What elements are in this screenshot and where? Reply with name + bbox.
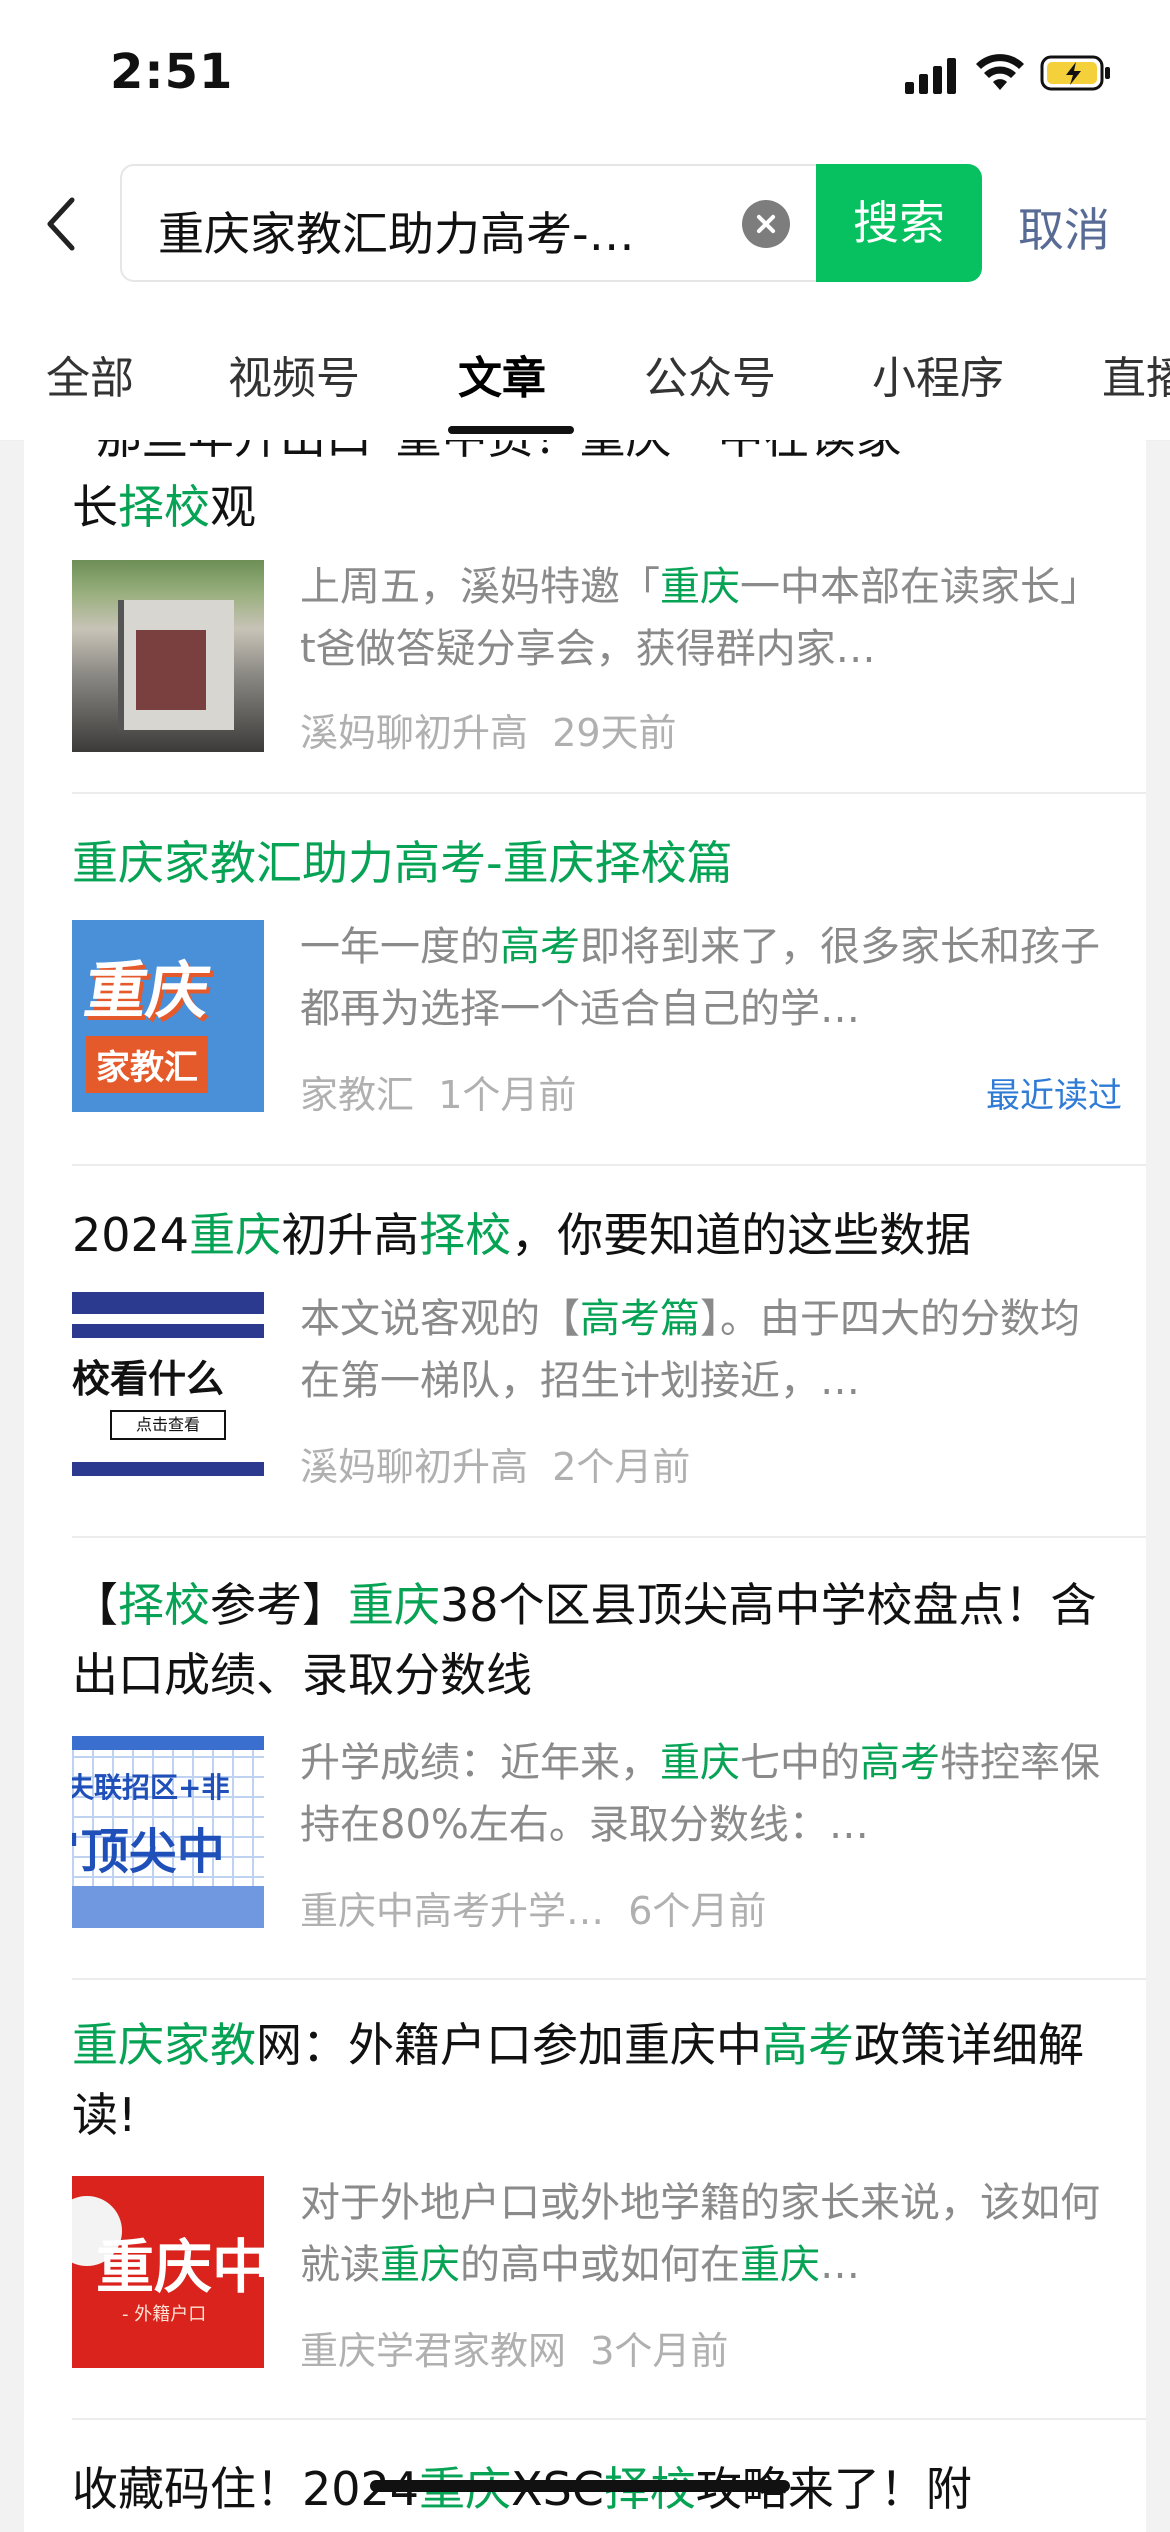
result-title: “那些年升出口”重中资！重庆一中在读家 长择校观 xyxy=(72,440,902,534)
wifi-icon xyxy=(976,54,1024,90)
back-arrow-icon[interactable] xyxy=(40,194,80,254)
publish-time: 29天前 xyxy=(552,711,677,755)
result-meta: 重庆学君家教网 3个月前 xyxy=(300,2320,728,2375)
tab-channels[interactable]: 视频号 xyxy=(228,342,360,406)
result-description: 一年一度的高考即将到来了，很多家长和孩子都再为选择一个适合自己的学… xyxy=(300,924,1100,1032)
result-description: 上周五，溪妈特邀「重庆一中本部在读家长」t爸做答疑分享会，获得群内家… xyxy=(300,564,1100,672)
search-button[interactable]: 搜索 xyxy=(816,164,982,282)
result-meta: 重庆中高考升学… 6个月前 xyxy=(300,1880,766,1935)
list-item[interactable]: “那些年升出口”重中资！重庆一中在读家 长择校观 上周五，溪妈特邀「重庆一中本部… xyxy=(72,440,1122,776)
divider xyxy=(72,1978,1146,1980)
list-item[interactable]: 重庆家教网：外籍户口参加重庆中高考政策详细解读! 重庆中 - 外籍户口 对于外地… xyxy=(72,2010,1122,2414)
article-thumbnail xyxy=(72,560,264,752)
article-thumbnail: 重庆中 - 外籍户口 xyxy=(72,2176,264,2368)
home-indicator[interactable] xyxy=(370,2480,790,2492)
divider xyxy=(72,1536,1146,1538)
publish-time: 3个月前 xyxy=(590,2329,729,2373)
article-thumbnail: 夫联招区+非 '顶尖中 xyxy=(72,1736,264,1928)
list-item[interactable]: 重庆家教汇助力高考-重庆择校篇 重庆 家教汇 一年一度的高考即将到来了，很多家长… xyxy=(72,828,1122,1160)
search-query-text: 重庆家教汇助力高考-… xyxy=(158,207,635,261)
status-bar: 2:51 xyxy=(0,0,1170,150)
article-thumbnail: 校看什么 点击查看 xyxy=(72,1292,264,1484)
result-description: 升学成绩：近年来，重庆七中的高考特控率保持在80%左右。录取分数线：… xyxy=(300,1740,1100,1848)
source-name: 重庆中高考升学… xyxy=(300,1889,605,1933)
list-item[interactable]: 收藏码住！2024重庆XSC择校攻略来了！附 xyxy=(72,2454,1122,2532)
divider xyxy=(72,1164,1146,1166)
publish-time: 2个月前 xyxy=(552,1445,691,1489)
divider xyxy=(72,792,1146,794)
result-meta: 家教汇 1个月前 xyxy=(300,1064,576,1119)
tab-all[interactable]: 全部 xyxy=(46,342,134,406)
recently-read-badge: 最近读过 xyxy=(986,1076,1122,1116)
result-title: 2024重庆初升高择校，你要知道的这些数据 xyxy=(72,1208,972,1262)
filter-tabs: 全部 视频号 文章 公众号 小程序 直播 xyxy=(0,300,1170,441)
result-title: 重庆家教汇助力高考-重庆择校篇 xyxy=(72,836,733,890)
results-list: “那些年升出口”重中资！重庆一中在读家 长择校观 上周五，溪妈特邀「重庆一中本部… xyxy=(24,440,1146,2532)
cellular-signal-icon xyxy=(905,58,956,94)
list-item[interactable]: 【择校参考】重庆38个区县顶尖高中学校盘点！含出口成绩、录取分数线 夫联招区+非… xyxy=(72,1570,1122,1974)
publish-time: 1个月前 xyxy=(438,1073,577,1117)
source-name: 家教汇 xyxy=(300,1073,415,1117)
publish-time: 6个月前 xyxy=(628,1889,767,1933)
tab-articles[interactable]: 文章 xyxy=(458,342,546,406)
result-title: 【择校参考】重庆38个区县顶尖高中学校盘点！含出口成绩、录取分数线 xyxy=(72,1578,1097,1702)
source-name: 重庆学君家教网 xyxy=(300,2329,567,2373)
result-description: 对于外地户口或外地学籍的家长来说，该如何就读重庆的高中或如何在重庆… xyxy=(300,2180,1100,2288)
divider xyxy=(72,2418,1146,2420)
tab-live[interactable]: 直播 xyxy=(1102,342,1170,406)
tab-mini-programs[interactable]: 小程序 xyxy=(872,342,1004,406)
article-thumbnail: 重庆 家教汇 xyxy=(72,920,264,1112)
result-description: 本文说客观的【高考篇】。由于四大的分数均在第一梯队，招生计划接近，… xyxy=(300,1296,1080,1404)
source-name: 溪妈聊初升高 xyxy=(300,1445,529,1489)
search-bar: 重庆家教汇助力高考-… 搜索 取消 xyxy=(0,150,1170,300)
clear-icon[interactable] xyxy=(742,200,790,248)
result-title: 重庆家教网：外籍户口参加重庆中高考政策详细解读! xyxy=(72,2018,1084,2142)
result-meta: 溪妈聊初升高 29天前 xyxy=(300,702,677,757)
status-time: 2:51 xyxy=(110,44,234,100)
source-name: 溪妈聊初升高 xyxy=(300,711,529,755)
result-meta: 溪妈聊初升高 2个月前 xyxy=(300,1436,690,1491)
cancel-button[interactable]: 取消 xyxy=(1018,194,1110,260)
tab-official-accounts[interactable]: 公众号 xyxy=(644,342,776,406)
list-item[interactable]: 2024重庆初升高择校，你要知道的这些数据 校看什么 点击查看 本文说客观的【高… xyxy=(72,1200,1122,1532)
active-tab-indicator xyxy=(448,426,574,434)
battery-charging-icon xyxy=(1040,55,1110,91)
